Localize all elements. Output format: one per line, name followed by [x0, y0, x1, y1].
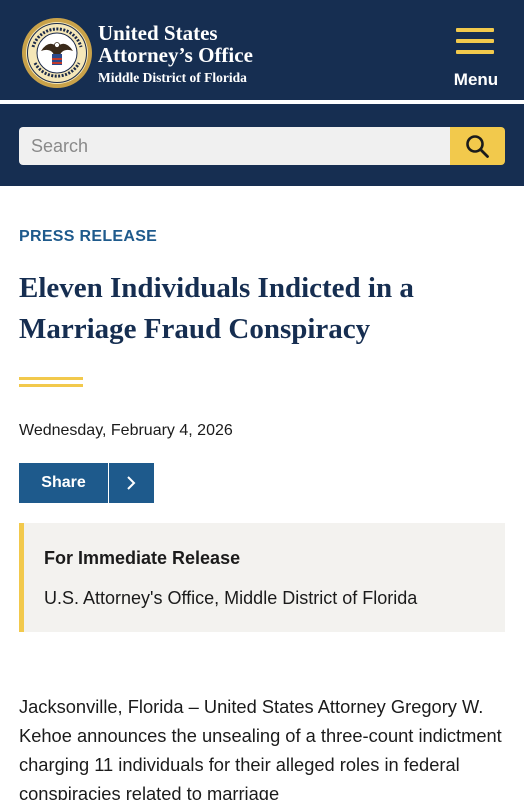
- hamburger-icon: [456, 28, 494, 61]
- site-header: United States Attorney’s Office Middle D…: [0, 0, 524, 100]
- menu-button[interactable]: Menu: [452, 26, 500, 90]
- title-underline-decoration: [19, 377, 83, 391]
- page-title: Eleven Individuals Indicted in a Marriag…: [19, 272, 414, 345]
- notice-office: U.S. Attorney's Office, Middle District …: [44, 588, 418, 608]
- site-title-line2: Attorney’s Office: [98, 43, 253, 67]
- site-branding[interactable]: United States Attorney’s Office Middle D…: [98, 22, 253, 86]
- site-subtitle: Middle District of Florida: [98, 70, 247, 85]
- search-icon: [466, 135, 489, 158]
- press-release-label: PRESS RELEASE: [19, 228, 158, 245]
- share-button[interactable]: Share: [19, 463, 108, 503]
- menu-label: Menu: [453, 70, 499, 89]
- site-title-line1: United States: [98, 21, 218, 45]
- search-button[interactable]: [450, 127, 505, 165]
- release-date: Wednesday, February 4, 2026: [19, 422, 233, 439]
- share-toggle-button[interactable]: [108, 463, 154, 503]
- doj-seal-logo[interactable]: [21, 17, 93, 89]
- notice-title: For Immediate Release: [44, 548, 241, 568]
- release-notice-panel: For Immediate Release U.S. Attorney's Of…: [19, 523, 505, 632]
- chevron-right-icon: [127, 476, 136, 490]
- share-control: Share: [19, 463, 154, 503]
- search-input[interactable]: [19, 127, 451, 165]
- article-body-paragraph: Jacksonville, Florida – United States At…: [19, 696, 502, 800]
